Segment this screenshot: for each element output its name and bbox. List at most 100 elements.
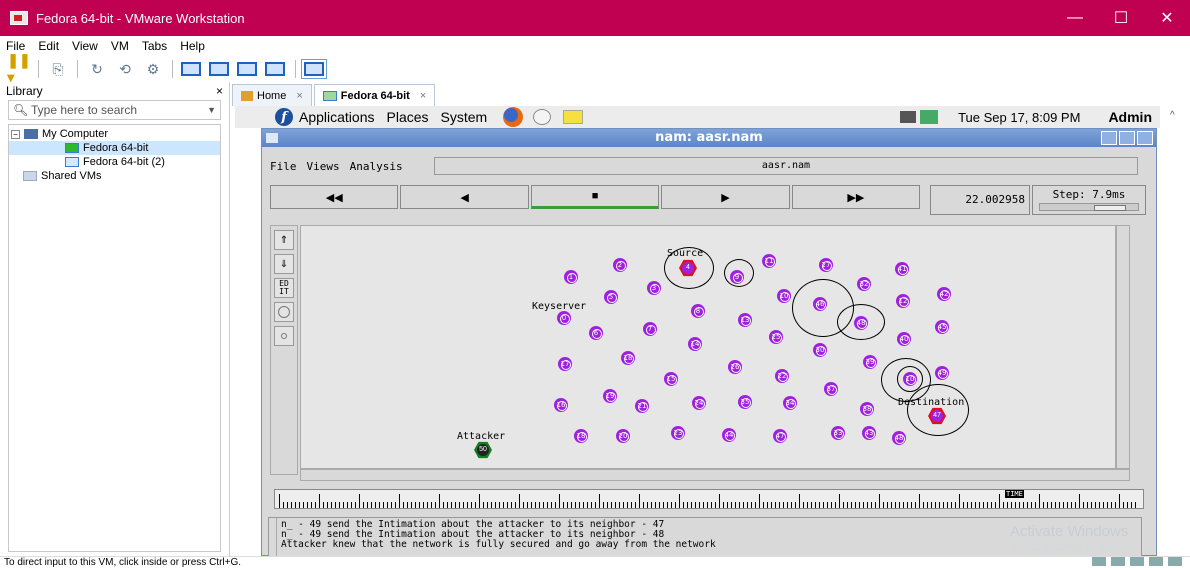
usb-icon[interactable] — [1149, 557, 1163, 566]
tree-item-my-computer[interactable]: − My Computer — [9, 127, 220, 141]
edit-button[interactable]: ED IT — [274, 278, 294, 298]
nam-menu-file[interactable]: File — [270, 160, 297, 173]
revert-snapshot-icon[interactable]: ⟲ — [114, 59, 136, 79]
zoom-out-icon[interactable]: ⇓ — [274, 254, 294, 274]
network-node[interactable]: 17 — [558, 357, 572, 371]
scroll-up-icon[interactable]: ^ — [1170, 110, 1175, 121]
sound-icon[interactable] — [1168, 557, 1182, 566]
nam-close-icon[interactable] — [1137, 131, 1153, 145]
network-canvas[interactable]: 1 2 3 5 9 11 27 41 32 42 10 46 12 8 13 4… — [300, 225, 1116, 469]
tree-item-shared-vms[interactable]: Shared VMs — [9, 169, 220, 183]
network-node[interactable]: 1 — [564, 270, 578, 284]
console-vertical-scrollbar[interactable]: ^ — [1160, 106, 1190, 556]
network-node[interactable]: 26 — [728, 360, 742, 374]
library-close-icon[interactable]: × — [216, 84, 223, 98]
step-slider[interactable] — [1039, 203, 1139, 211]
play-button[interactable]: ▶ — [661, 185, 790, 209]
network-node[interactable]: 16 — [554, 398, 568, 412]
tool-small-circle-button[interactable] — [274, 326, 294, 346]
network-node[interactable]: 10 — [777, 289, 791, 303]
tab-home[interactable]: Home × — [232, 84, 312, 106]
tool-circle-button[interactable] — [274, 302, 294, 322]
canvas-horizontal-scrollbar[interactable] — [300, 469, 1130, 481]
maximize-button[interactable]: ☐ — [1098, 0, 1144, 36]
network-node[interactable]: 9 — [730, 270, 744, 284]
snapshot-manager-icon[interactable]: ⚙ — [142, 59, 164, 79]
tab-close-icon[interactable]: × — [296, 90, 302, 102]
panel-clock[interactable]: Tue Sep 17, 8:09 PM — [958, 110, 1080, 125]
fast-rewind-button[interactable]: ◀◀ — [270, 185, 399, 209]
network-node[interactable]: 15 — [664, 372, 678, 386]
close-button[interactable]: ✕ — [1144, 0, 1190, 36]
chevron-down-icon[interactable]: ▼ — [207, 105, 216, 115]
network-node[interactable]: 20 — [616, 429, 630, 443]
zoom-in-icon[interactable]: ⇑ — [274, 230, 294, 250]
network-node[interactable]: 18 — [574, 429, 588, 443]
panel-system-menu[interactable]: System — [441, 109, 488, 125]
tab-close-icon[interactable]: × — [420, 90, 426, 102]
console-view-icon[interactable] — [301, 59, 327, 79]
network-node[interactable]: 38 — [860, 402, 874, 416]
network-icon[interactable] — [920, 110, 939, 124]
full-screen-icon[interactable] — [237, 62, 257, 76]
network-node[interactable]: 0 — [557, 311, 571, 325]
volume-icon[interactable] — [900, 111, 917, 123]
send-ctrl-alt-del-icon[interactable]: ⎘ — [47, 59, 69, 79]
nam-menu-views[interactable]: Views — [307, 160, 340, 173]
nam-minimize-icon[interactable] — [1101, 131, 1117, 145]
network-node[interactable]: 23 — [671, 426, 685, 440]
network-node[interactable]: 48 — [892, 431, 906, 445]
menu-tabs[interactable]: Tabs — [142, 39, 167, 53]
nam-menu-analysis[interactable]: Analysis — [350, 160, 403, 173]
stop-button[interactable]: ■ — [530, 185, 660, 209]
menu-edit[interactable]: Edit — [38, 39, 59, 53]
window-menu-icon[interactable] — [266, 133, 278, 143]
canvas-vertical-scrollbar[interactable] — [1116, 225, 1130, 469]
network-node[interactable]: 18 — [621, 351, 635, 365]
panel-user[interactable]: Admin — [1108, 109, 1152, 125]
network-node[interactable]: 2 — [613, 258, 627, 272]
snapshot-icon[interactable]: ↻ — [86, 59, 108, 79]
network-node[interactable]: 25 — [769, 330, 783, 344]
network-node[interactable]: 12 — [896, 294, 910, 308]
network-node[interactable]: 13 — [738, 313, 752, 327]
mail-icon[interactable] — [533, 109, 552, 125]
tree-item-fedora-64-bit-2[interactable]: Fedora 64-bit (2) — [9, 155, 220, 169]
menu-file[interactable]: File — [6, 39, 25, 53]
network-node[interactable]: 48 — [854, 316, 868, 330]
network-node[interactable]: 41 — [895, 262, 909, 276]
network-node[interactable]: 6 — [589, 326, 603, 340]
network-node[interactable]: 37 — [824, 382, 838, 396]
firefox-icon[interactable] — [503, 107, 524, 127]
cd-icon[interactable] — [1111, 557, 1125, 566]
menu-help[interactable]: Help — [180, 39, 205, 53]
network-node[interactable]: 42 — [937, 287, 951, 301]
network-node[interactable]: 32 — [857, 277, 871, 291]
network-node[interactable]: 40 — [897, 332, 911, 346]
hard-disk-icon[interactable] — [1092, 557, 1106, 566]
network-node[interactable]: 27 — [819, 258, 833, 272]
network-node[interactable]: 22 — [775, 369, 789, 383]
network-node[interactable]: 45 — [935, 320, 949, 334]
network-node[interactable]: 34 — [783, 396, 797, 410]
panel-applications-menu[interactable]: Applications — [299, 109, 375, 125]
menu-view[interactable]: View — [72, 39, 98, 53]
network-node[interactable]: 3 — [647, 281, 661, 295]
network-node[interactable]: 8 — [691, 304, 705, 318]
menu-vm[interactable]: VM — [111, 39, 129, 53]
nam-timeline[interactable]: TIME — [274, 489, 1144, 509]
tree-item-fedora-64-bit[interactable]: Fedora 64-bit — [9, 141, 220, 155]
show-library-icon[interactable] — [181, 62, 201, 76]
panel-places-menu[interactable]: Places — [387, 109, 429, 125]
network-node[interactable]: 7 — [643, 322, 657, 336]
network-node[interactable]: 46 — [813, 297, 827, 311]
nam-maximize-icon[interactable] — [1119, 131, 1135, 145]
network-node[interactable]: 33 — [831, 426, 845, 440]
unity-icon[interactable] — [265, 62, 285, 76]
network-node[interactable]: 24 — [692, 396, 706, 410]
vm-console[interactable]: f Applications Places System Tue Sep 17,… — [235, 106, 1160, 556]
attacker-node[interactable]: 50 — [474, 441, 492, 459]
thumbnail-bar-icon[interactable] — [209, 62, 229, 76]
network-node[interactable]: 30 — [813, 343, 827, 357]
fast-forward-button[interactable]: ▶▶ — [791, 185, 921, 209]
